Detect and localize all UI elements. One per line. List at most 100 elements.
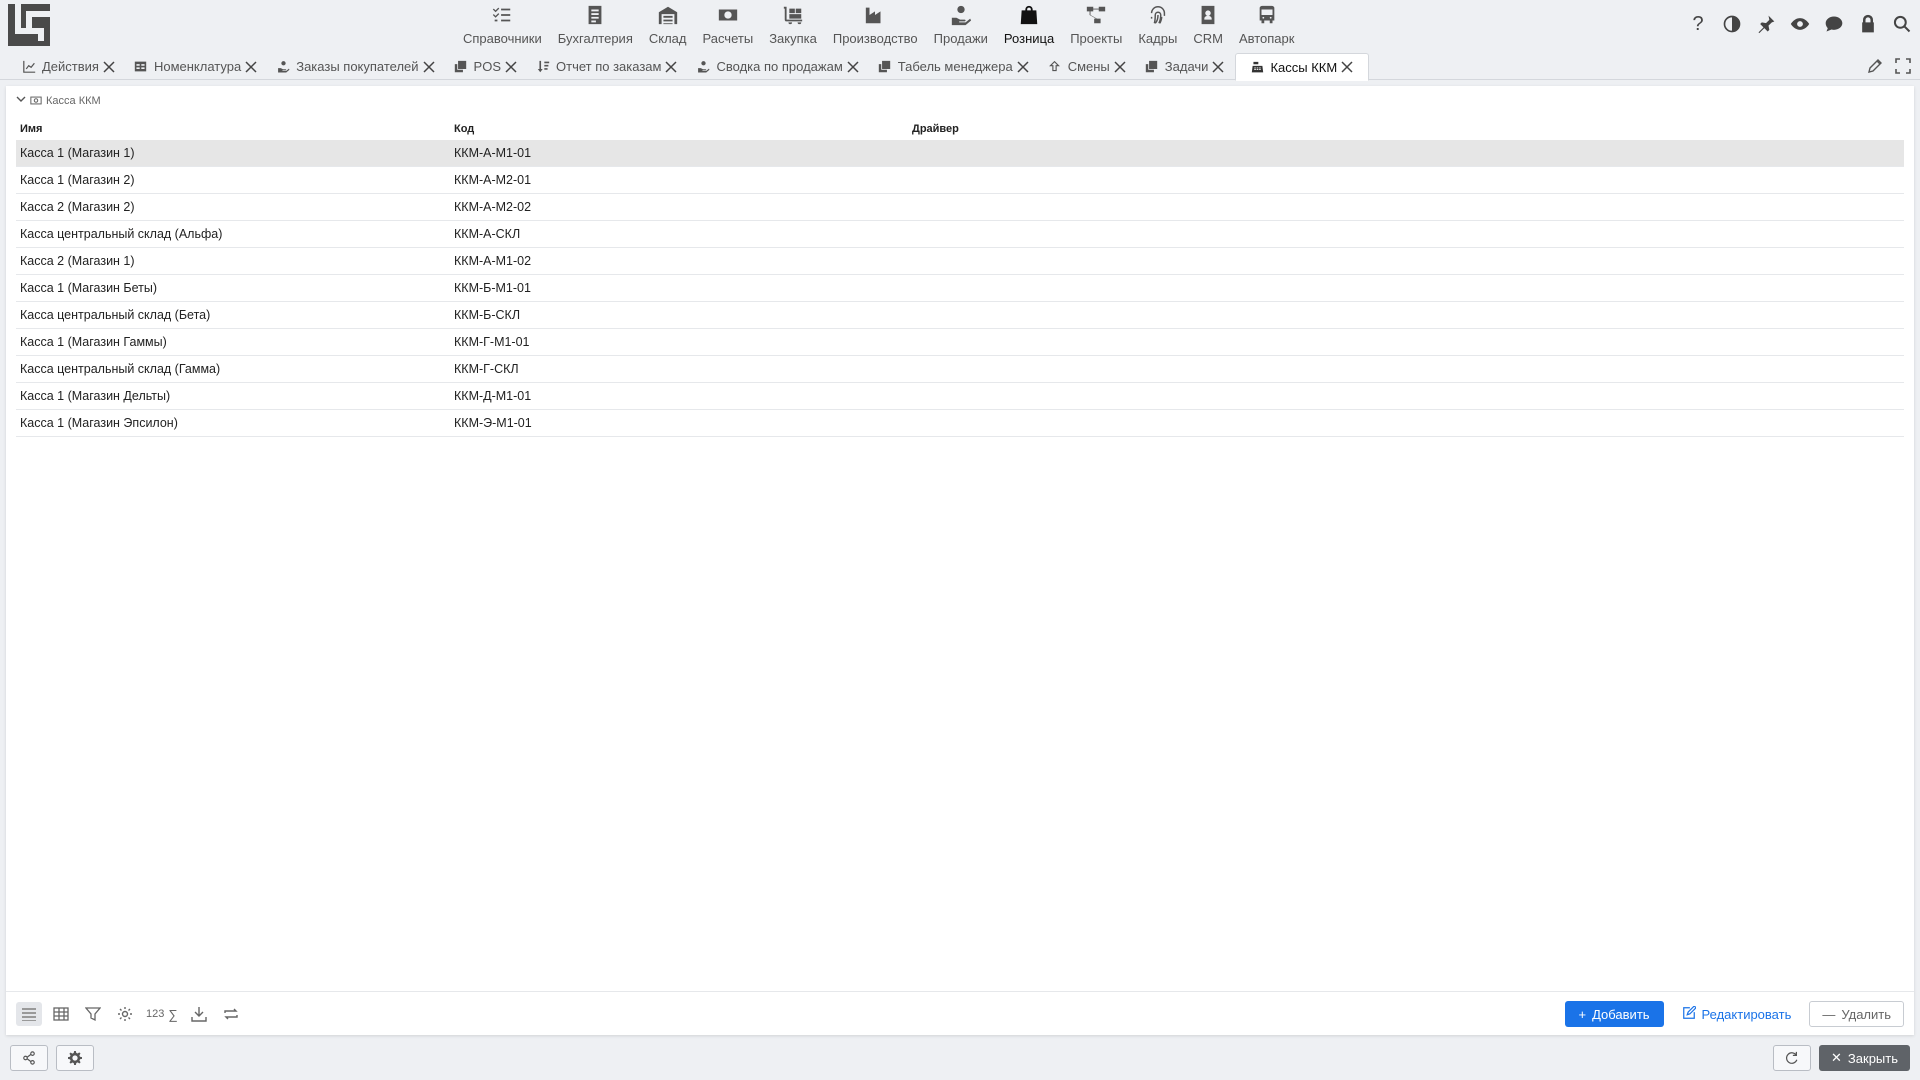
dolly-icon xyxy=(780,3,806,27)
module-sales[interactable]: Продажи xyxy=(926,0,996,50)
tab-actions[interactable]: Действия xyxy=(14,53,126,80)
tab-cash-registers[interactable]: Кассы ККМ xyxy=(1235,53,1370,81)
copy-icon xyxy=(878,60,892,74)
tab-manager-timesheet[interactable]: Табель менеджера xyxy=(870,53,1040,80)
table-row[interactable]: Касса 2 (Магазин 1) ККМ-А-М1-02 xyxy=(16,248,1904,275)
table-row[interactable]: Касса 1 (Магазин Эпсилон) ККМ-Э-М1-01 xyxy=(16,410,1904,437)
table-row[interactable]: Касса центральный склад (Альфа) ККМ-А-СКЛ xyxy=(16,221,1904,248)
cell-code: ККМ-Д-М1-01 xyxy=(454,389,532,403)
fingerprint-icon xyxy=(1145,3,1171,27)
edit-pencil-icon[interactable] xyxy=(1866,57,1884,75)
cell-name: Касса 1 (Магазин 1) xyxy=(20,146,135,160)
add-label: Добавить xyxy=(1592,1006,1650,1022)
table-row[interactable]: Касса 1 (Магазин 1) ККМ-А-М1-01 xyxy=(16,140,1904,167)
sum-icon: ∑ xyxy=(168,1006,178,1022)
cell-code: ККМ-Э-М1-01 xyxy=(454,416,532,430)
search-icon[interactable] xyxy=(1890,12,1914,36)
column-header-driver[interactable]: Драйвер xyxy=(908,123,1904,135)
module-production[interactable]: Производство xyxy=(825,0,926,50)
module-warehouse[interactable]: Склад xyxy=(641,0,695,50)
tab-sales-summary[interactable]: Сводка по продажам xyxy=(688,53,869,80)
close-icon[interactable] xyxy=(1113,60,1127,74)
cell-code: ККМ-А-СКЛ xyxy=(454,227,521,241)
totals-button[interactable]: 123 ∑ xyxy=(144,1002,180,1026)
app-logo[interactable] xyxy=(6,2,52,48)
close-icon[interactable] xyxy=(1340,60,1354,74)
module-fleet[interactable]: Автопарк xyxy=(1231,0,1303,50)
tab-nomenclature[interactable]: Номенклатура xyxy=(126,53,268,80)
plus-icon: + xyxy=(1578,1006,1587,1022)
delete-button[interactable]: — Удалить xyxy=(1809,1001,1904,1027)
module-projects[interactable]: Проекты xyxy=(1062,0,1130,50)
tab-customer-orders[interactable]: Заказы покупателей xyxy=(268,53,445,80)
table-row[interactable]: Касса 2 (Магазин 2) ККМ-А-М2-02 xyxy=(16,194,1904,221)
close-icon[interactable] xyxy=(1016,60,1030,74)
project-diagram-icon xyxy=(1083,3,1109,27)
column-header-name[interactable]: Имя xyxy=(16,123,450,135)
reload-button[interactable] xyxy=(1773,1045,1812,1071)
table-row[interactable]: Касса 1 (Магазин Дельты) ККМ-Д-М1-01 xyxy=(16,383,1904,410)
grid-view-button[interactable] xyxy=(48,1002,74,1026)
cell-name: Касса 1 (Магазин 2) xyxy=(20,173,135,187)
table-row[interactable]: Касса центральный склад (Бета) ККМ-Б-СКЛ xyxy=(16,302,1904,329)
lock-icon[interactable] xyxy=(1856,12,1880,36)
cell-name: Касса 1 (Магазин Дельты) xyxy=(20,389,171,403)
tab-orders-report[interactable]: Отчет по заказам xyxy=(528,53,688,80)
close-icon[interactable] xyxy=(422,60,436,74)
chart-line-icon xyxy=(22,60,36,74)
list-view-button[interactable] xyxy=(16,1002,42,1026)
close-icon[interactable] xyxy=(504,60,518,74)
cell-name: Касса 1 (Магазин Гаммы) xyxy=(20,335,167,349)
download-button[interactable] xyxy=(186,1002,212,1026)
close-icon[interactable] xyxy=(244,60,258,74)
close-icon[interactable] xyxy=(102,60,116,74)
settings-button[interactable] xyxy=(112,1002,138,1026)
column-header-code[interactable]: Код xyxy=(450,123,908,135)
edit-button[interactable]: Редактировать xyxy=(1674,1001,1800,1027)
group-header[interactable]: Касса ККМ xyxy=(16,94,101,107)
tab-label: Номенклатура xyxy=(153,59,242,74)
filter-button[interactable] xyxy=(80,1002,106,1026)
module-directories[interactable]: Справочники xyxy=(455,0,550,50)
close-icon[interactable] xyxy=(664,60,678,74)
fullscreen-icon[interactable] xyxy=(1894,57,1912,75)
table-row[interactable]: Касса 1 (Магазин Гаммы) ККМ-Г-М1-01 xyxy=(16,329,1904,356)
module-settlements[interactable]: Расчеты xyxy=(694,0,761,50)
help-icon[interactable]: ? xyxy=(1686,12,1710,36)
cell-code: ККМ-Г-СКЛ xyxy=(454,362,519,376)
module-retail[interactable]: Розница xyxy=(996,0,1062,50)
tab-label: Отчет по заказам xyxy=(556,59,662,74)
cell-name: Касса центральный склад (Альфа) xyxy=(20,227,223,241)
chat-icon[interactable] xyxy=(1822,12,1846,36)
tab-shifts[interactable]: Смены xyxy=(1040,53,1137,80)
close-icon[interactable] xyxy=(846,60,860,74)
module-hr[interactable]: Кадры xyxy=(1130,0,1185,50)
footer-left-actions xyxy=(10,1045,94,1071)
contrast-icon[interactable] xyxy=(1720,12,1744,36)
cash-registers-table: Имя Код Драйвер Касса 1 (Магазин 1) ККМ-А… xyxy=(16,118,1904,437)
gear-button[interactable] xyxy=(56,1045,94,1071)
tab-pos[interactable]: POS xyxy=(446,53,528,80)
edit-icon xyxy=(1682,1004,1697,1023)
table-row[interactable]: Касса центральный склад (Гамма) ККМ-Г-СКЛ xyxy=(16,356,1904,383)
chevron-down-icon[interactable] xyxy=(16,94,26,107)
close-button[interactable]: ✕ Закрыть xyxy=(1819,1045,1910,1071)
module-purchasing[interactable]: Закупка xyxy=(761,0,825,50)
module-crm[interactable]: CRM xyxy=(1185,0,1231,50)
refresh-cycle-button[interactable] xyxy=(218,1002,244,1026)
module-label: Автопарк xyxy=(1238,31,1295,46)
table-row[interactable]: Касса 1 (Магазин 2) ККМ-А-М2-01 xyxy=(16,167,1904,194)
add-button[interactable]: + Добавить xyxy=(1564,1001,1664,1027)
module-label: CRM xyxy=(1193,31,1223,46)
table-row[interactable]: Касса 1 (Магазин Беты) ККМ-Б-М1-01 xyxy=(16,275,1904,302)
tab-tasks[interactable]: Задачи xyxy=(1137,53,1236,80)
module-accounting[interactable]: Бухгалтерия xyxy=(550,0,641,50)
sort-icon xyxy=(536,60,550,74)
share-button[interactable] xyxy=(10,1045,48,1071)
close-icon[interactable] xyxy=(1211,60,1225,74)
tab-label: Смены xyxy=(1067,59,1110,74)
pin-icon[interactable] xyxy=(1754,12,1778,36)
eye-icon[interactable] xyxy=(1788,12,1812,36)
ledger-icon xyxy=(582,3,608,27)
copy-icon xyxy=(1145,60,1159,74)
